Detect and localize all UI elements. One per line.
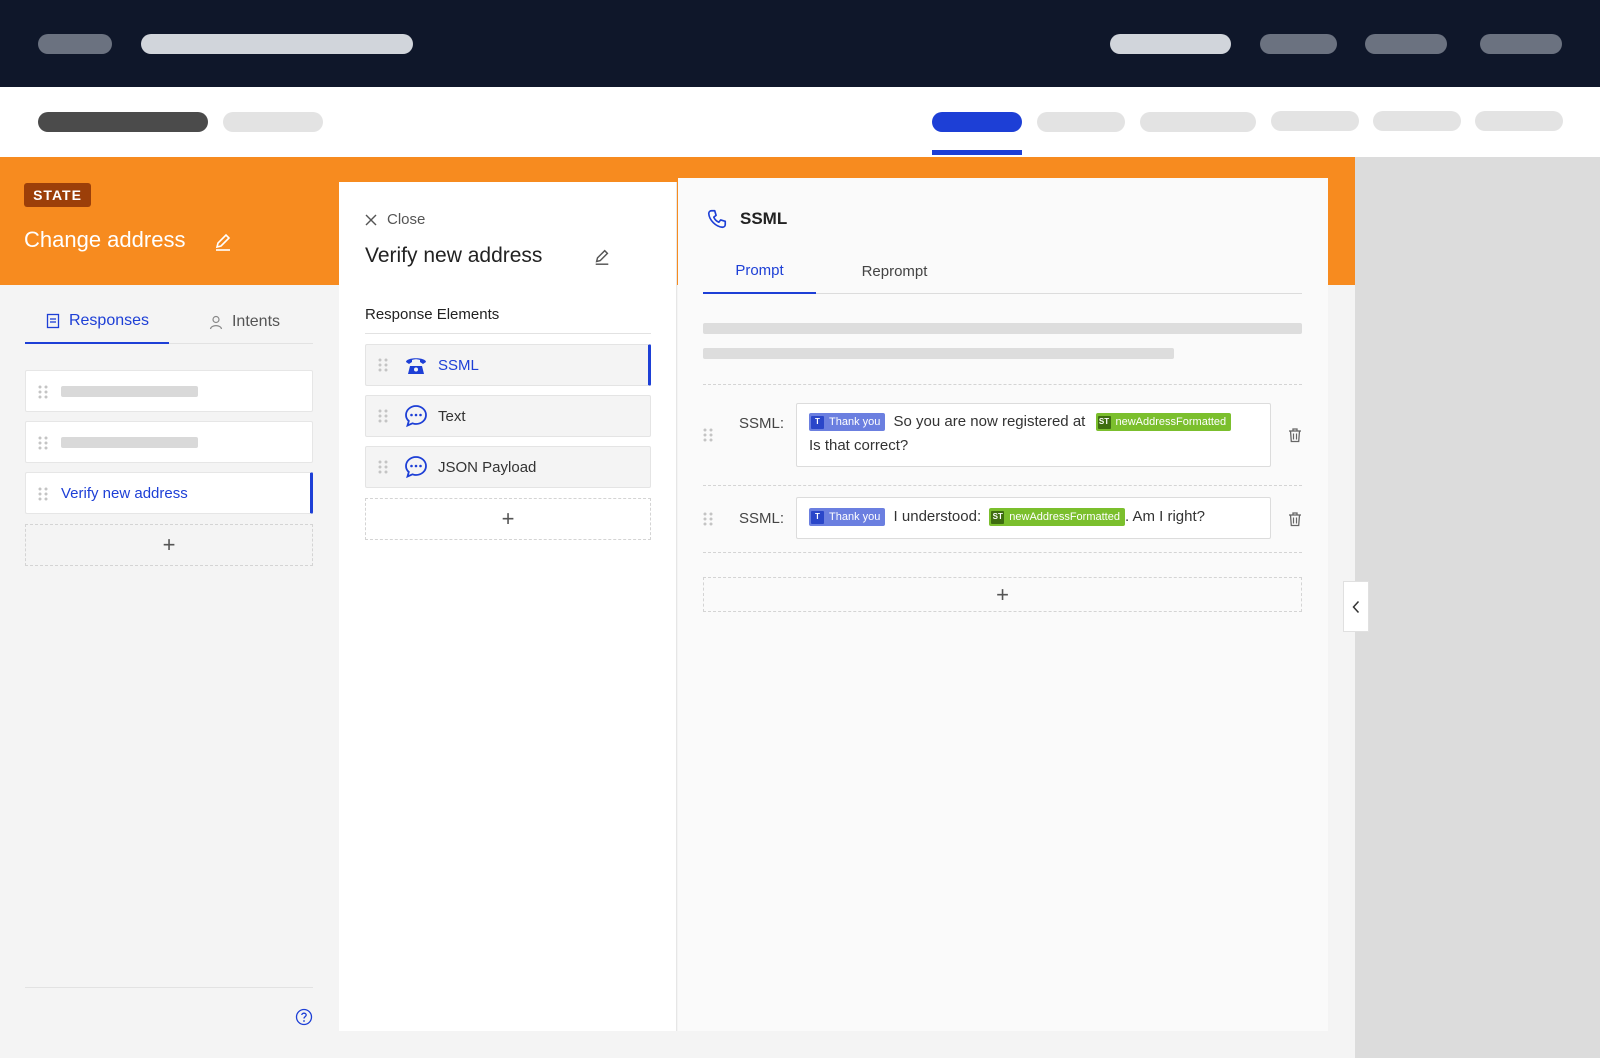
variable-name: newAddressFormatted — [1009, 511, 1120, 523]
ssml-text: I understood: — [893, 508, 982, 525]
left-panel-tabs: Responses Intents — [25, 300, 313, 344]
prompt-tabs: Prompt Reprompt — [703, 248, 1302, 294]
placeholder-text — [61, 437, 198, 448]
chat-bubble-icon — [405, 456, 427, 479]
tab-placeholder-2[interactable] — [1037, 112, 1125, 132]
edit-pencil-icon[interactable] — [593, 248, 611, 266]
ssml-row-label: SSML: — [739, 415, 785, 432]
response-item-label: Verify new address — [61, 485, 188, 502]
tag-text: Thank you — [829, 416, 881, 428]
drag-handle-icon[interactable] — [703, 512, 713, 526]
drag-handle-icon[interactable] — [378, 460, 388, 474]
tab-intents[interactable]: Intents — [175, 300, 313, 344]
section-divider — [365, 333, 651, 334]
variable-chip[interactable]: ST newAddressFormatted — [989, 508, 1125, 526]
nav-placeholder-item-2[interactable] — [1260, 34, 1337, 54]
nav-placeholder-logo[interactable] — [38, 34, 112, 54]
add-element-button[interactable]: + — [365, 498, 651, 540]
ssml-text: . Am I right? — [1124, 508, 1205, 525]
phone-handset-icon — [707, 209, 727, 229]
element-json-payload-label: JSON Payload — [438, 458, 537, 476]
user-icon — [209, 315, 223, 330]
ssml-text: Is that correct? — [809, 437, 909, 454]
nav-placeholder-item-1[interactable] — [1110, 34, 1231, 54]
chat-bubble-icon — [405, 405, 427, 428]
element-text[interactable]: Text — [365, 395, 651, 437]
add-response-button[interactable]: + — [25, 524, 313, 566]
outer-canvas — [1355, 157, 1600, 1058]
responses-icon — [46, 313, 60, 329]
response-title: Verify new address — [365, 244, 543, 267]
breadcrumb-placeholder-2[interactable] — [223, 112, 323, 132]
tab-placeholder-3[interactable] — [1140, 112, 1256, 132]
state-badge: STATE — [24, 183, 91, 207]
collapse-panel-button[interactable] — [1343, 581, 1369, 632]
delete-icon[interactable] — [1287, 427, 1303, 443]
tab-responses-label: Responses — [68, 312, 150, 329]
help-icon[interactable] — [295, 1008, 313, 1026]
close-label: Close — [387, 211, 426, 228]
tag-type: ST — [1097, 415, 1111, 429]
element-ssml[interactable]: SSML — [365, 344, 651, 386]
tab-placeholder-4[interactable] — [1271, 111, 1359, 131]
ssml-row-label: SSML: — [739, 510, 785, 527]
response-item[interactable] — [25, 421, 313, 463]
ssml-input[interactable]: T Thank you I understood: ST newAddressFor… — [796, 497, 1271, 539]
row-divider — [703, 552, 1302, 553]
ssml-editor-header: SSML — [706, 208, 787, 230]
nav-placeholder-title[interactable] — [141, 34, 413, 54]
close-button[interactable]: Close — [365, 211, 425, 228]
tab-reprompt[interactable]: Reprompt — [838, 248, 951, 294]
drag-handle-icon[interactable] — [703, 428, 713, 442]
chevron-left-icon — [1352, 600, 1360, 613]
drag-handle-icon[interactable] — [38, 487, 48, 501]
tab-placeholder-active[interactable] — [932, 112, 1022, 132]
response-item-verify-new-address[interactable]: Verify new address — [25, 472, 313, 514]
nav-placeholder-item-4[interactable] — [1480, 34, 1562, 54]
ssml-text: So you are now registered at — [893, 413, 1086, 430]
drag-handle-icon[interactable] — [38, 436, 48, 450]
variable-name: newAddressFormatted — [1115, 416, 1227, 428]
top-navigation-bar — [0, 0, 1600, 87]
text-tag-chip[interactable]: T Thank you — [809, 508, 886, 526]
add-ssml-button[interactable]: + — [703, 577, 1302, 612]
tab-placeholder-6[interactable] — [1475, 111, 1563, 131]
secondary-toolbar — [0, 87, 1600, 157]
left-panel-divider — [25, 987, 313, 988]
active-tab-indicator — [932, 150, 1022, 155]
tab-prompt[interactable]: Prompt — [703, 248, 816, 294]
tab-intents-label: Intents — [231, 313, 281, 330]
text-tag-chip[interactable]: T Thank you — [809, 413, 886, 431]
element-text-label: Text — [438, 407, 466, 425]
ssml-editor-title: SSML — [740, 209, 788, 228]
breadcrumb-placeholder-1[interactable] — [38, 112, 208, 132]
drag-handle-icon[interactable] — [378, 358, 388, 372]
nav-placeholder-item-3[interactable] — [1365, 34, 1447, 54]
tag-type: T — [811, 415, 824, 429]
close-icon — [365, 214, 377, 225]
tag-type: ST — [991, 510, 1005, 524]
variable-chip[interactable]: ST newAddressFormatted — [1095, 413, 1232, 431]
tab-responses[interactable]: Responses — [25, 300, 169, 344]
element-ssml-label: SSML — [438, 356, 479, 374]
drag-handle-icon[interactable] — [38, 385, 48, 399]
placeholder-text — [703, 323, 1302, 334]
phone-icon — [406, 358, 426, 374]
edit-pencil-icon[interactable] — [213, 232, 233, 252]
response-item[interactable] — [25, 370, 313, 412]
placeholder-text — [703, 348, 1174, 359]
row-divider — [703, 485, 1302, 486]
drag-handle-icon[interactable] — [378, 409, 388, 423]
ssml-input[interactable]: T Thank you So you are now registered at … — [796, 403, 1271, 467]
state-title: Change address — [24, 227, 186, 252]
element-json-payload[interactable]: JSON Payload — [365, 446, 651, 488]
tag-type: T — [811, 510, 824, 524]
row-divider — [703, 384, 1302, 385]
tab-placeholder-5[interactable] — [1373, 111, 1461, 131]
response-elements-heading: Response Elements — [365, 306, 500, 323]
delete-icon[interactable] — [1287, 511, 1303, 527]
placeholder-text — [61, 386, 198, 397]
tag-text: Thank you — [829, 511, 881, 523]
